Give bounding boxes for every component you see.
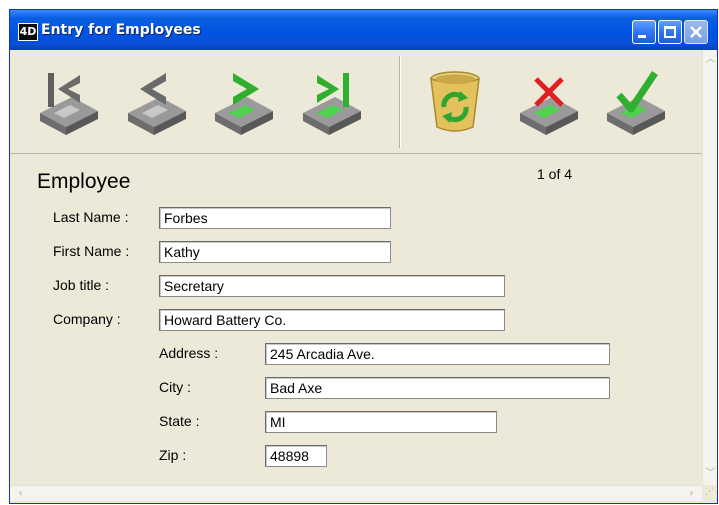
- address-label: Address :: [159, 345, 219, 361]
- previous-record-drive-icon: [128, 73, 186, 135]
- close-button[interactable]: [684, 20, 708, 44]
- accept-button[interactable]: [603, 67, 669, 137]
- form-area: Employee 1 of 4 Last Name : Forbes First…: [10, 154, 702, 484]
- next-record-drive-icon: [215, 73, 273, 135]
- window-title: Entry for Employees: [41, 22, 201, 38]
- close-icon: [690, 26, 702, 38]
- first-name-field[interactable]: Kathy: [159, 241, 391, 263]
- accept-checkmark-drive-icon: [607, 71, 665, 135]
- first-record-button[interactable]: [36, 67, 102, 137]
- maximize-icon: [664, 26, 676, 38]
- delete-record-button[interactable]: [422, 67, 488, 137]
- cancel-x-drive-icon: [520, 77, 578, 135]
- scroll-left-arrow-icon[interactable]: ‹: [13, 486, 28, 501]
- state-label: State :: [159, 413, 200, 429]
- last-name-field[interactable]: Forbes: [159, 207, 391, 229]
- minimize-icon: [638, 35, 646, 38]
- company-label: Company :: [53, 311, 121, 327]
- entry-window: 4D Entry for Employees Employee 1 of 4 L…: [9, 9, 718, 504]
- horizontal-scrollbar[interactable]: ‹ ›: [10, 485, 702, 501]
- state-field[interactable]: MI: [265, 411, 497, 433]
- title-bar[interactable]: 4D Entry for Employees: [10, 10, 717, 50]
- zip-field[interactable]: 48898: [265, 445, 327, 467]
- vertical-scrollbar[interactable]: ︿ ﹀: [702, 50, 717, 485]
- first-record-drive-icon: [40, 73, 98, 135]
- previous-record-button[interactable]: [124, 67, 190, 137]
- job-title-field[interactable]: Secretary: [159, 275, 505, 297]
- last-record-button[interactable]: [299, 67, 365, 137]
- scroll-up-arrow-icon[interactable]: ︿: [703, 52, 717, 67]
- last-name-label: Last Name :: [53, 209, 129, 225]
- resize-grip-icon[interactable]: ⋰: [702, 485, 717, 500]
- minimize-button[interactable]: [632, 20, 656, 44]
- toolbar-separator: [399, 56, 401, 148]
- zip-label: Zip :: [159, 447, 187, 463]
- city-field[interactable]: Bad Axe: [265, 377, 610, 399]
- last-record-drive-icon: [303, 73, 361, 135]
- address-field[interactable]: 245 Arcadia Ave.: [265, 343, 610, 365]
- city-label: City :: [159, 379, 191, 395]
- scroll-right-arrow-icon[interactable]: ›: [684, 486, 699, 501]
- recycle-bin-icon: [430, 71, 480, 132]
- maximize-button[interactable]: [658, 20, 682, 44]
- first-name-label: First Name :: [53, 243, 130, 259]
- company-field[interactable]: Howard Battery Co.: [159, 309, 505, 331]
- form-heading: Employee: [37, 170, 131, 193]
- app-4d-icon: 4D: [18, 23, 38, 41]
- toolbar: [10, 50, 702, 154]
- record-counter: 1 of 4: [537, 166, 573, 182]
- scroll-down-arrow-icon[interactable]: ﹀: [703, 466, 717, 481]
- job-title-label: Job title :: [53, 277, 110, 293]
- cancel-button[interactable]: [516, 67, 582, 137]
- next-record-button[interactable]: [211, 67, 277, 137]
